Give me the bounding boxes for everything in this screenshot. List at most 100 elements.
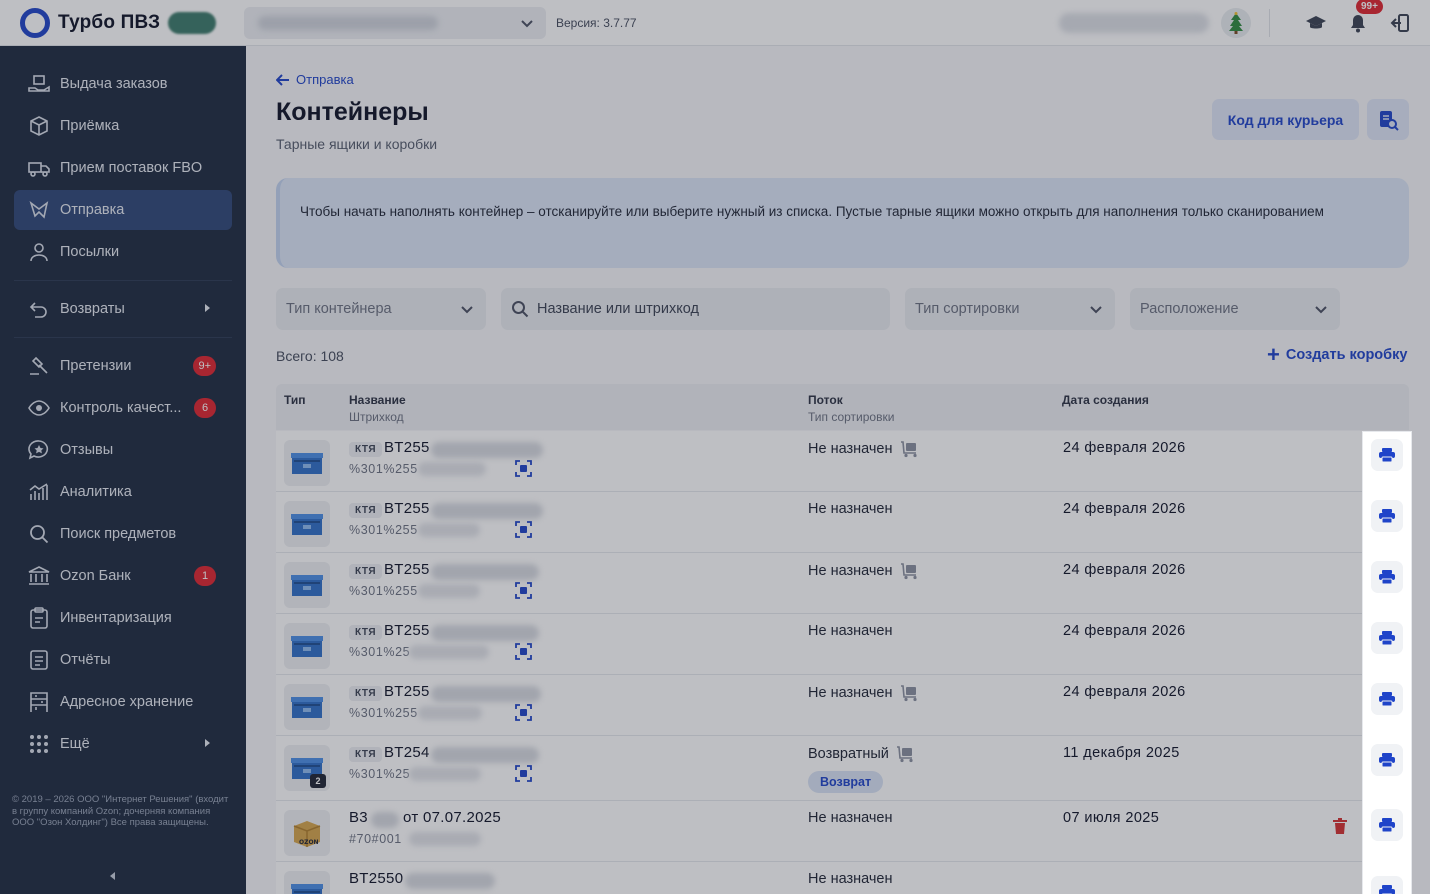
container-name-blurred: [431, 686, 541, 702]
person-icon: [28, 241, 50, 263]
sidebar-item-6[interactable]: Претензии 9+: [14, 346, 232, 386]
sidebar-item-14[interactable]: Адресное хранение: [14, 682, 232, 722]
flow-value: Не назначен: [808, 623, 893, 639]
logout-button[interactable]: [1388, 11, 1412, 35]
print-label-button[interactable]: [1371, 500, 1403, 532]
sidebar-item-5[interactable]: Возвраты: [14, 289, 232, 329]
container-name-blurred: [431, 503, 543, 519]
container-name-suffix: от 07.07.2025: [403, 809, 502, 826]
scan-icon[interactable]: [515, 460, 532, 477]
sort-type-filter[interactable]: Тип сортировки: [905, 288, 1115, 330]
avatar[interactable]: [1221, 7, 1251, 38]
print-icon: [1379, 631, 1395, 645]
print-label-button[interactable]: [1371, 876, 1403, 894]
plus-icon: +: [1267, 342, 1280, 367]
sidebar-item-3[interactable]: Отправка: [14, 190, 232, 230]
divider: [1269, 8, 1270, 37]
sidebar-item-15[interactable]: Ещё: [14, 724, 232, 764]
flow-value: Не назначен: [808, 501, 893, 517]
handover-icon: [28, 73, 50, 95]
print-label-button[interactable]: [1371, 809, 1403, 841]
print-icon: [1379, 448, 1395, 462]
container-type-filter[interactable]: Тип контейнера: [276, 288, 486, 330]
sidebar-item-8[interactable]: Отзывы: [14, 430, 232, 470]
pickup-point-select[interactable]: [244, 6, 546, 39]
flow-label: Не назначен: [808, 623, 893, 639]
sidebar: Выдача заказов Приёмка Прием поставок FB…: [0, 46, 246, 894]
bank-icon: [28, 565, 50, 587]
dots-icon: [28, 733, 50, 755]
print-label-button[interactable]: [1371, 622, 1403, 654]
container-barcode: %301%255: [349, 584, 418, 598]
storage-icon: [28, 691, 50, 713]
sidebar-item-11[interactable]: Ozon Банк 1: [14, 556, 232, 596]
nav-divider: [14, 280, 232, 281]
document-search-icon: [1380, 110, 1399, 131]
sidebar-item-10[interactable]: Поиск предметов: [14, 514, 232, 554]
table-row[interactable]: КТЯ BT255 %301%25 Не назначен 24 февраля 202…: [276, 614, 1409, 675]
collapse-sidebar-icon[interactable]: [110, 872, 115, 880]
sidebar-item-9[interactable]: Аналитика: [14, 472, 232, 512]
scan-icon[interactable]: [515, 521, 532, 538]
table-row[interactable]: 2 КТЯ BT254 %301%25 Возвратный Возврат 11 дека…: [276, 736, 1409, 801]
container-tag: КТЯ: [349, 747, 383, 762]
print-label-button[interactable]: [1371, 561, 1403, 593]
container-type-label: Тип контейнера: [286, 301, 392, 317]
app-logo[interactable]: Турбо ПВЗ: [0, 0, 242, 46]
print-icon: [1379, 509, 1395, 523]
find-document-button[interactable]: [1367, 99, 1409, 140]
table-row[interactable]: КТЯ BT255 %301%255 Не назначен 24 февраля 20…: [276, 492, 1409, 553]
container-barcode: %301%255: [349, 706, 418, 720]
garland-decoration: [10, 0, 170, 4]
container-box-icon: [291, 514, 323, 535]
table-row[interactable]: BT2550 Не назначен: [276, 862, 1409, 894]
sidebar-item-1[interactable]: Приёмка: [14, 106, 232, 146]
trash-icon[interactable]: [1333, 818, 1347, 834]
location-filter[interactable]: Расположение: [1130, 288, 1340, 330]
table-row[interactable]: КТЯ BT255 %301%255 Не назначен 24 февраля 20…: [276, 675, 1409, 736]
sidebar-item-label: Отчёты: [60, 652, 111, 668]
table-row[interactable]: OZON B3 от 07.07.2025 #70#001 Не назначен 07…: [276, 801, 1409, 862]
flow-value: Не назначен: [808, 810, 893, 826]
print-label-button[interactable]: [1371, 439, 1403, 471]
header-actions: 99+: [1059, 0, 1430, 46]
container-tag: КТЯ: [349, 564, 383, 579]
sidebar-item-0[interactable]: Выдача заказов: [14, 64, 232, 104]
container-name: BT255: [384, 683, 430, 700]
notifications-button[interactable]: 99+: [1346, 0, 1383, 35]
scan-icon[interactable]: [515, 582, 532, 599]
top-header: Турбо ПВЗ Версия: 3.7.77 99+: [0, 0, 1430, 46]
sidebar-item-7[interactable]: Контроль качест... 6: [14, 388, 232, 428]
container-name: BT254: [384, 744, 430, 761]
cart-icon: [896, 746, 913, 763]
sidebar-item-2[interactable]: Прием поставок FBO: [14, 148, 232, 188]
barcode-blurred: [409, 645, 490, 659]
search-input[interactable]: Название или штрихкод: [501, 288, 890, 330]
sort-type-label: Тип сортировки: [915, 301, 1020, 317]
print-label-button[interactable]: [1371, 683, 1403, 715]
table-row[interactable]: КТЯ BT255 %301%255 Не назначен 24 февраля 20…: [276, 553, 1409, 614]
back-label: Отправка: [296, 72, 354, 87]
sidebar-item-13[interactable]: Отчёты: [14, 640, 232, 680]
col-sort-type: Тип сортировки: [808, 410, 895, 424]
container-name: BT255: [384, 561, 430, 578]
scan-icon[interactable]: [515, 643, 532, 660]
print-label-button[interactable]: [1371, 744, 1403, 776]
print-icon: [1379, 692, 1395, 706]
sidebar-item-4[interactable]: Посылки: [14, 232, 232, 272]
sidebar-item-label: Отправка: [60, 202, 125, 218]
scan-icon[interactable]: [515, 704, 532, 721]
return-badge: Возврат: [808, 771, 884, 793]
container-tag: КТЯ: [349, 503, 383, 518]
create-box-button[interactable]: + Создать коробку: [1267, 342, 1407, 367]
education-button[interactable]: [1304, 11, 1328, 35]
sidebar-item-12[interactable]: Инвентаризация: [14, 598, 232, 638]
courier-code-button[interactable]: Код для курьера: [1212, 99, 1359, 140]
breadcrumb-back-link[interactable]: Отправка: [276, 72, 354, 87]
clipboard-icon: [28, 607, 50, 629]
container-box-icon: [291, 884, 323, 894]
flow-value: Не назначен: [808, 440, 920, 458]
table-row[interactable]: КТЯ BT255 %301%255 Не назначен 24 февраля 20…: [276, 431, 1409, 492]
scan-icon[interactable]: [515, 765, 532, 782]
container-thumbnail: [284, 623, 330, 669]
